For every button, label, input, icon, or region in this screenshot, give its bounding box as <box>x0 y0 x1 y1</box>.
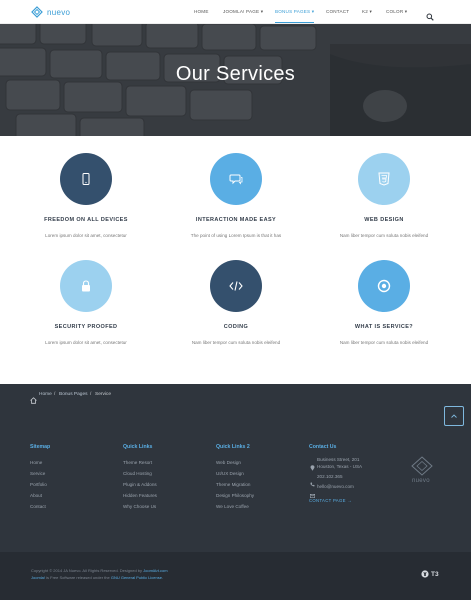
logo-diamond-icon <box>31 6 43 18</box>
joomla-link[interactable]: Joomla! <box>31 575 45 580</box>
footer-col-quick-links: Quick Links <box>123 444 152 450</box>
footer-link-hidden-features[interactable]: Hidden Features <box>123 493 157 498</box>
breadcrumb-current: Service <box>95 392 111 397</box>
service-security-proofed: SECURITY PROOFED Lorem ipsum dolor sit a… <box>11 260 161 345</box>
footer-link-contact[interactable]: Contact <box>30 504 46 509</box>
footer-link-why-choose-us[interactable]: Why Choose Us <box>123 504 156 509</box>
lock-icon <box>82 280 90 292</box>
contact-address-line2: Houston, Texas - USA <box>317 464 363 469</box>
chevron-up-icon <box>451 414 457 418</box>
nav-joomla-page[interactable]: JOOMLA! PAGE ▾ <box>223 9 263 15</box>
chat-icon <box>229 174 243 185</box>
footer-link-web-design[interactable]: Web Design <box>216 460 241 465</box>
service-desc: Lorem ipsum dolor sit amet, consectetur <box>45 233 127 238</box>
service-desc: Lorem ipsum dolor sit amet, consectetur <box>45 340 127 345</box>
footer-col-title: Quick Links 2 <box>216 444 250 450</box>
footer-link-ui-ux-design[interactable]: UI/UX Design <box>216 471 244 476</box>
service-title: CODING <box>223 324 249 330</box>
service-title: WEB DESIGN <box>364 217 404 223</box>
copyright-text: Copyright © 2014 JA Nuevo. All Rights Re… <box>31 568 144 573</box>
service-title: INTERACTION MADE EASY <box>195 217 277 223</box>
service-interaction-made-easy: INTERACTION MADE EASY The point of using… <box>161 153 311 238</box>
service-desc: Nam liber tempor cum soluta nobis eleife… <box>191 340 281 345</box>
nav-bonus-pages[interactable]: BONUS PAGES ▾ <box>275 9 315 23</box>
footer-link-theme-resort[interactable]: Theme Resort <box>123 460 152 465</box>
copyright-line-1: Copyright © 2014 JA Nuevo. All Rights Re… <box>31 568 168 573</box>
footer-link-about[interactable]: About <box>30 493 42 498</box>
service-icon-circle <box>358 153 410 205</box>
service-freedom-on-all-devices: FREEDOM ON ALL DEVICES Lorem ipsum dolor… <box>11 153 161 238</box>
target-icon <box>377 279 391 293</box>
breadcrumb-separator: / <box>90 392 92 397</box>
contact-page-link[interactable]: CONTACT PAGE → <box>309 498 352 503</box>
breadcrumb-bonus-pages[interactable]: Bonus Pages <box>59 392 88 397</box>
service-icon-circle <box>210 260 262 312</box>
nav-contact[interactable]: CONTACT <box>326 9 349 14</box>
footer-col-title: Quick Links <box>123 444 153 450</box>
nav-color[interactable]: COLOR ▾ <box>386 9 407 15</box>
mobile-icon <box>82 173 90 185</box>
footer-link-we-love-coffee[interactable]: We Love Coffee <box>216 504 249 509</box>
nav-home[interactable]: HOME <box>194 9 209 14</box>
footer-logo-text: nuevo <box>412 478 430 484</box>
code-icon <box>229 281 243 291</box>
footer-col-title: Contact Us <box>309 444 337 450</box>
t3-logo-icon <box>421 570 429 578</box>
site-footer <box>0 406 471 552</box>
nav-k2[interactable]: K2 ▾ <box>362 9 372 15</box>
services-section: FREEDOM ON ALL DEVICES Lorem ipsum dolor… <box>0 136 471 384</box>
service-title: FREEDOM ON ALL DEVICES <box>44 217 128 223</box>
service-desc: The point of using Lorem Ipsum is that i… <box>190 233 282 238</box>
footer-col-contact: Contact Us <box>309 444 336 450</box>
license-text: is Free Software released under the <box>45 575 111 580</box>
footer-link-plugin-addons[interactable]: Plugin & Addons <box>123 482 157 487</box>
contact-address-line1: Business Street, 201 <box>317 457 360 462</box>
copyright-line-2: Joomla! is Free Software released under … <box>31 575 163 580</box>
footer-col-title: Sitemap <box>30 444 51 450</box>
footer-col-quick-links-2: Quick Links 2 <box>216 444 250 450</box>
service-icon-circle <box>60 260 112 312</box>
footer-link-design-philosophy[interactable]: Design Philosophy <box>216 493 254 498</box>
service-icon-circle <box>60 153 112 205</box>
hero-banner: Our Services <box>0 24 471 136</box>
service-title: WHAT IS SERVICE? <box>354 324 414 330</box>
breadcrumb-separator: / <box>54 392 56 397</box>
t3-framework-badge[interactable]: T3 <box>421 570 439 578</box>
service-icon-circle <box>358 260 410 312</box>
t3-label: T3 <box>431 570 439 578</box>
service-title: SECURITY PROOFED <box>54 324 118 330</box>
breadcrumb-home[interactable]: Home <box>39 392 52 397</box>
service-coding: CODING Nam liber tempor cum soluta nobis… <box>161 260 311 345</box>
contact-phone: 202.102.365 <box>317 474 343 479</box>
search-icon[interactable] <box>426 8 434 21</box>
page-title: Our Services <box>175 63 296 85</box>
breadcrumb: Home / Bonus Pages / Service <box>0 384 471 406</box>
designer-link[interactable]: JoomlArt.com <box>143 568 167 573</box>
site-header: nuevo HOME JOOMLA! PAGE ▾ BONUS PAGES ▾ … <box>0 0 471 24</box>
footer-col-sitemap: Sitemap <box>30 444 50 450</box>
service-what-is-service: WHAT IS SERVICE? Nam liber tempor cum so… <box>309 260 459 345</box>
footer-link-home[interactable]: Home <box>30 460 42 465</box>
service-desc: Nam liber tempor cum soluta nobis eleife… <box>339 233 429 238</box>
site-logo[interactable]: nuevo <box>31 6 70 18</box>
back-to-top-button[interactable] <box>444 406 464 426</box>
footer-link-cloud-hosting[interactable]: Cloud Hosting <box>123 471 152 476</box>
footer-link-theme-migration[interactable]: Theme Migration <box>216 482 250 487</box>
gnu-license-link[interactable]: GNU General Public License. <box>111 575 163 580</box>
logo-text: nuevo <box>47 7 71 17</box>
service-desc: Nam liber tempor cum soluta nobis eleife… <box>339 340 429 345</box>
service-web-design: WEB DESIGN Nam liber tempor cum soluta n… <box>309 153 459 238</box>
contact-email[interactable]: hello@nuevo.com <box>317 484 354 489</box>
footer-link-service[interactable]: Service <box>30 471 45 476</box>
footer-link-portfolio[interactable]: Portfolio <box>30 482 47 487</box>
service-icon-circle <box>210 153 262 205</box>
css3-icon <box>378 172 390 186</box>
